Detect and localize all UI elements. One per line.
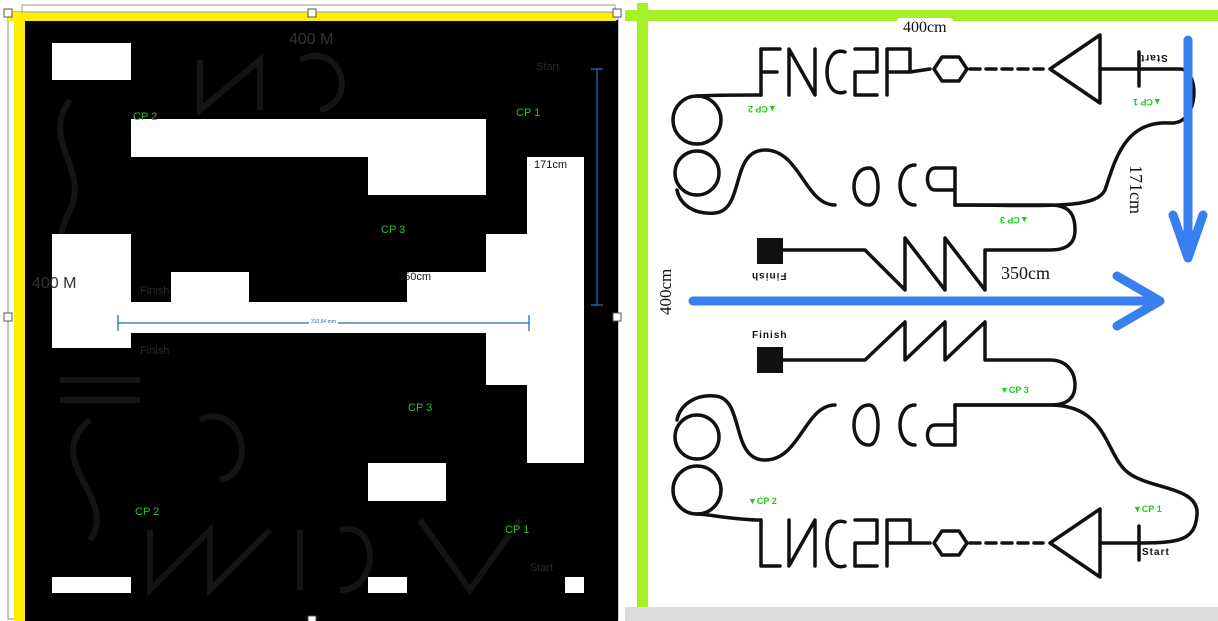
block-lower-small [368, 463, 446, 501]
block-bottom-right [565, 577, 584, 593]
block-right-step-lower [486, 333, 527, 385]
handle-bottom-middle [307, 615, 317, 621]
cp1-top-label: CP 1 [516, 107, 541, 119]
finish-upper-faint: Finish [140, 285, 170, 297]
top-width-label: 400cm [897, 18, 953, 38]
middle-width-label: 350cm [1001, 263, 1050, 283]
block-top-left [52, 43, 131, 80]
side-height-label: 400 M [32, 275, 77, 292]
bottom-start-triangle [1048, 507, 1102, 579]
finish-lower-faint: Finish [140, 345, 170, 357]
handle-middle-right [612, 312, 622, 322]
top-cp2-label: ▲CP 2 [748, 104, 777, 114]
start-bottom-faint: Start [530, 562, 554, 574]
top-start-label: Start [1140, 52, 1168, 63]
top-finish-label: Finish [751, 270, 787, 281]
bottom-finish-label: Finish [752, 330, 788, 341]
handle-middle-left [3, 312, 13, 322]
handle-top-left [3, 8, 13, 18]
middle-measure-label: 350cm [398, 271, 432, 283]
top-cp3-label: ▲CP 3 [1000, 215, 1029, 225]
left-height-label: 400cm [656, 268, 675, 315]
top-track-line [671, 33, 1196, 292]
cp2-bottom-label: CP 2 [135, 506, 160, 518]
bottom-cp3-label: ▼CP 3 [1000, 385, 1029, 395]
block-upper-step [368, 157, 486, 195]
block-upper-bar [131, 119, 486, 157]
ruler-label: 310.84 mm [309, 319, 339, 325]
handle-top-middle [307, 8, 317, 18]
track-diagram [625, 3, 1218, 607]
block-bottom-left [52, 577, 131, 593]
layout-board [3, 4, 622, 621]
bottom-cp2-label: ▼CP 2 [748, 496, 777, 506]
right-measure-label: 171cm [534, 159, 568, 171]
block-bottom-mid [368, 577, 407, 593]
bottom-cp1-label: ▼CP 1 [1133, 504, 1162, 514]
cp3-top-label: CP 3 [381, 224, 406, 236]
top-start-triangle [1048, 33, 1102, 105]
bottom-start-label: Start [1142, 547, 1170, 558]
cp2-top-label: CP 2 [133, 111, 158, 123]
top-edge-strip [21, 4, 616, 13]
track-diagram-panel: 400cm 171cm 350cm 400cm Start Finish ▲CP… [625, 0, 1218, 607]
top-width-label: 400 M [289, 31, 334, 48]
block-right-step-upper [486, 234, 527, 272]
right-height-label: 171cm [1126, 165, 1146, 214]
layout-editor-panel: 400 M 400 M 171cm 350cm 310.84 mm CP 1 C… [0, 0, 625, 621]
cp3-bottom-label: CP 3 [408, 402, 433, 414]
bottom-finish-block [757, 347, 783, 373]
start-top-faint: Start [536, 61, 560, 73]
block-right-tall [527, 157, 584, 463]
bottom-track-line [671, 320, 1199, 579]
top-cp1-label: ▲CP 1 [1133, 97, 1162, 107]
cp1-bottom-label: CP 1 [505, 524, 530, 536]
block-middle-bar [131, 302, 527, 333]
handle-top-right [612, 8, 622, 18]
top-finish-block [757, 238, 783, 264]
block-bump-left [171, 272, 249, 302]
